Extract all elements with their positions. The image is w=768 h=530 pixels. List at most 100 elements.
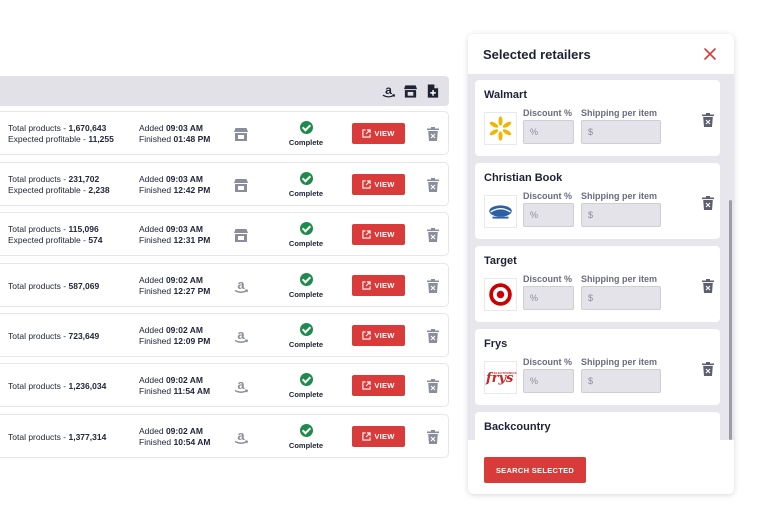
total-products-value: 231,702 [68,174,100,184]
search-selected-button[interactable]: SEARCH SELECTED [484,457,586,483]
view-button[interactable]: VIEW [352,224,405,245]
finished-time: 12:27 PM [173,286,211,296]
trash-icon[interactable] [427,379,439,393]
finished-time: 01:48 PM [173,134,211,144]
target-logo [484,278,517,311]
product-counts: Total products - 115,096 Expected profita… [8,224,103,245]
added-time: 09:03 AM [165,123,203,133]
retailer-list[interactable]: Walmart Discount %% Shipping per item $ Chri… [468,74,734,440]
add-file-icon[interactable] [425,83,440,99]
shipping-label: Shipping per item [581,357,658,367]
amazon-icon: a [233,327,249,344]
product-counts: Total products - 1,670,643 Expected profi… [8,123,114,144]
status-label: Complete [288,390,324,399]
table-row: Total products - 231,702 Expected profita… [0,162,449,206]
finished-time: 10:54 AM [173,437,211,447]
expected-profitable-value: 574 [88,235,103,245]
job-times: Added 09:02 AM Finished 10:54 AM [139,426,211,447]
external-link-icon [362,281,371,290]
view-label: VIEW [374,281,395,290]
external-link-icon [362,230,371,239]
status-label: Complete [288,441,324,450]
discount-input[interactable]: % [523,369,574,393]
retailer-card: Frys ELECTRONICS frys Discount %% Shipping p… [475,329,720,405]
added-time: 09:03 AM [165,174,203,184]
trash-icon[interactable] [702,362,714,376]
finished-time: 12:31 PM [173,235,211,245]
product-counts: Total products - 723,649 [8,331,100,341]
discount-input[interactable]: % [523,286,574,310]
product-counts: Total products - 1,236,034 [8,381,107,391]
amazon-icon[interactable]: a [381,83,396,99]
view-button[interactable]: VIEW [352,375,405,396]
retailer-name: Walmart [484,89,527,101]
table-row: Total products - 1,670,643 Expected profi… [0,111,449,155]
table-row: Total products - 723,649 Added 09:02 AM Fi… [0,313,449,357]
discount-label: Discount % [523,274,573,284]
check-circle-icon [299,121,313,134]
store-icon [233,177,249,193]
check-circle-icon [299,373,313,386]
discount-label: Discount % [523,108,573,118]
view-label: VIEW [374,230,395,239]
trash-icon[interactable] [427,430,439,444]
job-times: Added 09:02 AM Finished 12:09 PM [139,325,211,346]
status-badge: Complete [283,323,329,349]
status-badge: Complete [283,424,329,450]
view-button[interactable]: VIEW [352,325,405,346]
status-badge: Complete [283,121,329,147]
trash-icon[interactable] [427,178,439,192]
view-button[interactable]: VIEW [352,123,405,144]
shipping-input[interactable]: $ [581,120,661,144]
christianbook-logo [484,195,517,228]
status-label: Complete [288,189,324,198]
job-times: Added 09:03 AM Finished 01:48 PM [139,123,211,144]
external-link-icon [362,432,371,441]
view-label: VIEW [374,381,395,390]
walmart-logo [484,112,517,145]
trash-icon[interactable] [427,329,439,343]
expected-profitable-value: 2,238 [88,185,110,195]
close-icon[interactable] [703,47,717,61]
table-row: Total products - 115,096 Expected profita… [0,212,449,256]
trash-icon[interactable] [427,228,439,242]
total-products-value: 1,670,643 [68,123,107,133]
amazon-icon: a [233,277,249,294]
external-link-icon [362,180,371,189]
product-counts: Total products - 1,377,314 [8,432,107,442]
added-time: 09:02 AM [165,275,203,285]
list-toolbar: a [0,76,449,106]
frys-logo-text: frys [486,371,514,386]
view-button[interactable]: VIEW [352,275,405,296]
view-button[interactable]: VIEW [352,426,405,447]
shipping-input[interactable]: $ [581,369,661,393]
retailer-name: Backcountry [484,421,551,433]
external-link-icon [362,331,371,340]
external-link-icon [362,129,371,138]
trash-icon[interactable] [427,279,439,293]
external-link-icon [362,381,371,390]
scrollbar[interactable] [729,200,732,440]
view-button[interactable]: VIEW [352,174,405,195]
store-icon[interactable] [403,83,418,99]
trash-icon[interactable] [427,127,439,141]
view-label: VIEW [374,180,395,189]
shipping-input[interactable]: $ [581,286,661,310]
view-label: VIEW [374,129,395,138]
added-time: 09:02 AM [165,426,203,436]
trash-icon[interactable] [702,113,714,127]
shipping-input[interactable]: $ [581,203,661,227]
status-badge: Complete [283,373,329,399]
view-label: VIEW [374,432,395,441]
added-time: 09:02 AM [165,375,203,385]
svg-text:a: a [237,278,245,292]
trash-icon[interactable] [702,279,714,293]
discount-input[interactable]: % [523,203,574,227]
discount-input[interactable]: % [523,120,574,144]
check-circle-icon [299,424,313,437]
total-products-value: 115,096 [68,224,99,234]
finished-time: 12:42 PM [173,185,211,195]
trash-icon[interactable] [702,196,714,210]
panel-footer: SEARCH SELECTED [468,440,734,494]
check-circle-icon [299,172,313,185]
